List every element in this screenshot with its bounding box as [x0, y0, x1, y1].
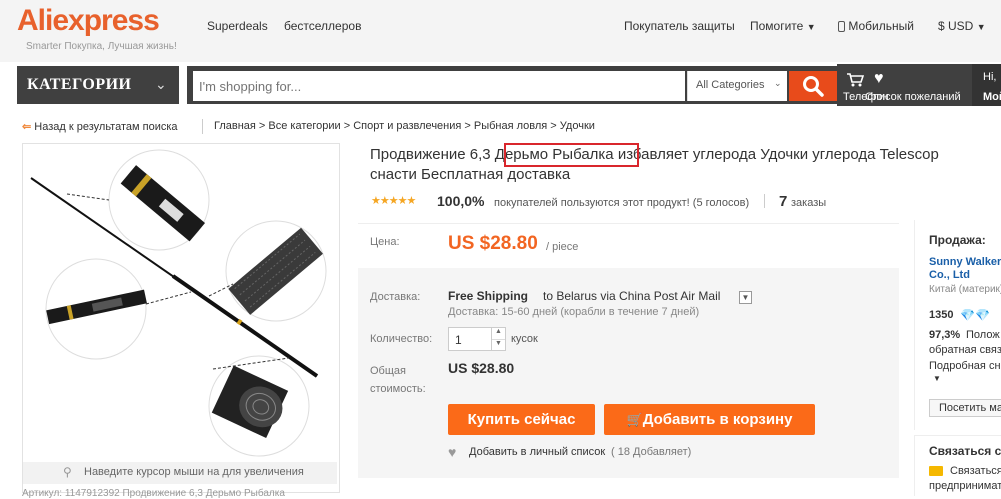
seller-name-line2: Co., Ltd [929, 269, 970, 281]
total-value: US $28.80 [448, 360, 515, 376]
chevron-down-icon: ⌄ [774, 78, 782, 88]
highlight-box [504, 143, 639, 167]
feedback-text: Полож [966, 329, 1000, 341]
aliexpress-logo[interactable]: Aliexpress [17, 4, 160, 38]
price-section [358, 223, 899, 266]
buyer-protection-link[interactable]: Покупатель защиты [624, 19, 735, 33]
quantity-unit: кусок [511, 333, 538, 345]
nav-superdeals[interactable]: Superdeals [207, 19, 268, 33]
search-input[interactable] [193, 71, 685, 101]
tagline: Smarter Покупка, Лучшая жизнь! [26, 41, 177, 52]
fishing-rod-image [30, 149, 327, 457]
categories-menu[interactable]: КАТЕГОРИИ ⌄ [17, 66, 179, 104]
magnifier-icon: ⚲ [63, 465, 72, 479]
phone-icon [838, 21, 845, 32]
shipping-eta: Доставка: 15-60 дней (корабли в течение … [448, 306, 700, 318]
chevron-down-icon: ⌄ [155, 76, 167, 92]
price-label: Цена: [370, 236, 400, 248]
zoom-hint-text: Наведите курсор мыши на для увеличения [84, 466, 304, 478]
orders-label: заказы [791, 197, 827, 209]
logo-express-text: express [52, 4, 159, 37]
nav-bestsellers[interactable]: бестселлеров [284, 19, 361, 33]
contact-link-line2[interactable]: предпринимателем [929, 480, 1001, 492]
greeting: Hi, [983, 71, 997, 83]
add-to-wishlist-link[interactable]: Добавить в личный список [469, 446, 605, 458]
seller-heading: Продажа: [929, 233, 986, 247]
mobile-link[interactable]: Мобильный [838, 19, 914, 33]
search-icon [803, 76, 824, 97]
rating-percent: 100,0% [437, 193, 485, 209]
back-label: Назад к результатам поиска [34, 121, 178, 133]
seller-name-line1: Sunny Walker [929, 256, 1001, 268]
back-to-results-link[interactable]: ⇐ Назад к результатам поиска [22, 120, 178, 133]
product-title-line2: снасти Бесплатная доставка [370, 166, 571, 183]
breadcrumb[interactable]: Главная > Все категории > Спорт и развле… [214, 120, 595, 132]
decrement-button[interactable]: ▼ [492, 340, 505, 351]
search-button[interactable] [789, 71, 837, 101]
product-title-line1: Продвижение 6,3 Дерьмо Рыбалка избавляет… [370, 146, 939, 163]
free-shipping: Free Shipping [448, 289, 529, 303]
contact-heading: Связаться с [929, 444, 1001, 458]
product-title: Продвижение 6,3 Дерьмо Рыбалка избавляет… [370, 145, 1001, 185]
increment-button[interactable]: ▲ [492, 328, 505, 340]
visit-store-button[interactable]: Посетить ма [929, 399, 1001, 417]
category-select[interactable]: All Categories ⌄ [687, 71, 787, 101]
orders-count: 7 [779, 193, 788, 210]
breadcrumb-divider [202, 119, 203, 134]
seller-country: Китай (материк) [929, 284, 1001, 295]
chevron-down-icon: ▼ [976, 22, 986, 32]
chevron-down-icon[interactable]: ▼ [933, 374, 941, 383]
quantity-label: Количество: [370, 333, 433, 345]
feedback-line2: обратная связ [929, 344, 1001, 356]
seller-name[interactable]: Sunny Walker Co., Ltd [929, 256, 1001, 282]
add-to-cart-label: Добавить в корзину [642, 411, 793, 428]
quantity-input[interactable]: 1 [448, 327, 492, 351]
help-menu[interactable]: Помогите ▼ [750, 19, 816, 33]
envelope-icon [929, 466, 943, 476]
heart-icon[interactable]: ♥ [448, 444, 456, 460]
cart-icon[interactable] [846, 72, 865, 93]
feedback-percent: 97,3% [929, 329, 961, 341]
help-label: Помогите [750, 19, 804, 33]
total-label-line1: Общая [370, 365, 406, 377]
heart-icon[interactable]: ♥ [874, 70, 884, 88]
logo-ali-text: Ali [17, 4, 53, 37]
contact-link[interactable]: Связаться с [950, 465, 1001, 477]
currency-menu[interactable]: $ USD ▼ [938, 19, 986, 33]
cart-plus-icon: 🛒 [626, 412, 643, 427]
diamond-icon: 💎💎 [960, 308, 990, 322]
category-select-label: All Categories [696, 79, 765, 91]
total-label-line2: стоимость: [370, 383, 426, 395]
price-unit: / piece [546, 241, 579, 253]
wishlist-label[interactable]: Список пожеланий [865, 91, 961, 103]
shipping-dropdown-icon[interactable]: ▼ [739, 291, 752, 304]
wishlist-count: ( 18 Добавляет) [611, 446, 692, 458]
account-link[interactable]: Мой [983, 91, 1001, 103]
rating-stars: ★★★★★ [371, 195, 416, 207]
mobile-label: Мобильный [848, 19, 914, 33]
quantity-stepper[interactable]: ▲ ▼ [492, 327, 506, 351]
total-label: Общая стоимость: [370, 362, 426, 398]
zoom-hint: ⚲ Наведите курсор мыши на для увеличения [23, 462, 337, 484]
product-caption: Артикул: 1147912392 Продвижение 6,3 Дерь… [22, 488, 285, 499]
rating-divider [764, 194, 765, 208]
price-value: US $28.80 [448, 233, 538, 254]
chevron-down-icon: ▼ [806, 22, 816, 32]
rating-text[interactable]: покупателей пользуются этот продукт! (5 … [494, 197, 749, 209]
seller-score: 1350 [929, 309, 954, 321]
categories-label: КАТЕГОРИИ [27, 76, 132, 93]
arrow-left-icon: ⇐ [22, 121, 32, 133]
currency-label: $ USD [938, 19, 974, 33]
shipping-label: Доставка: [370, 291, 421, 303]
buy-now-button[interactable]: Купить сейчас [448, 404, 595, 435]
product-image[interactable] [22, 143, 340, 493]
shipping-destination[interactable]: to Belarus via China Post Air Mail [543, 289, 720, 303]
add-to-cart-button[interactable]: 🛒Добавить в корзину [604, 404, 815, 435]
seller-details[interactable]: Подробная сн [929, 360, 1001, 372]
